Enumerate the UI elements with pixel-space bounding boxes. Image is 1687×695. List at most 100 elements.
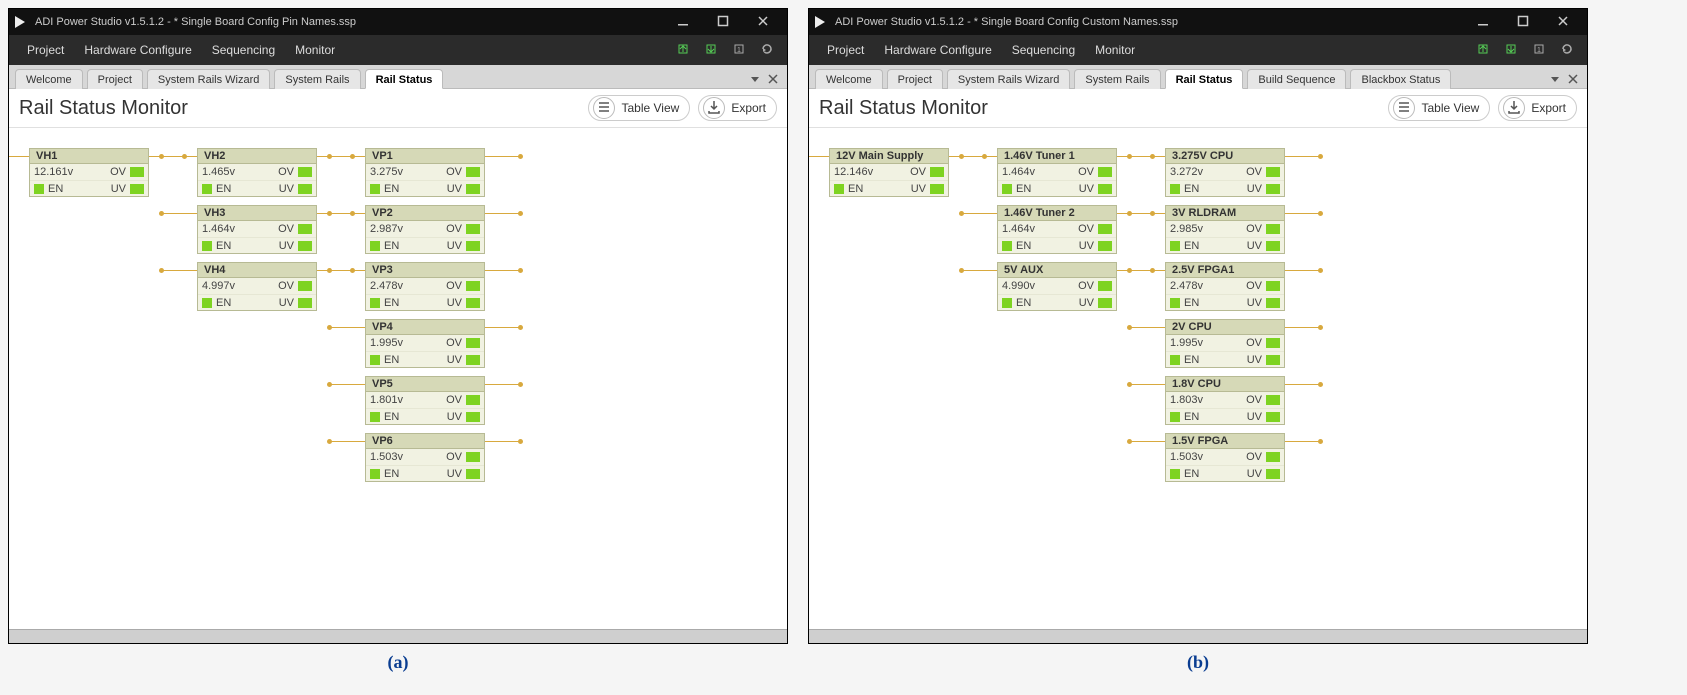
rail-node[interactable]: 12V Main Supply 12.146v OV EN UV — [829, 148, 949, 197]
tab-menu-button[interactable] — [747, 72, 763, 88]
maximize-button[interactable] — [703, 10, 743, 34]
tab-welcome[interactable]: Welcome — [815, 69, 883, 89]
tab-system-rails-wizard[interactable]: System Rails Wizard — [947, 69, 1070, 89]
tab-close-button[interactable] — [1565, 72, 1581, 88]
close-button[interactable] — [1543, 10, 1583, 34]
rail-node[interactable]: 1.46V Tuner 1 1.464v OV EN UV — [997, 148, 1117, 197]
tab-build-sequence[interactable]: Build Sequence — [1247, 69, 1346, 89]
menubar: ProjectHardware ConfigureSequencingMonit… — [9, 35, 787, 65]
en-label: EN — [384, 240, 447, 252]
rail-node[interactable]: 1.46V Tuner 2 1.464v OV EN UV — [997, 205, 1117, 254]
menu-monitor[interactable]: Monitor — [285, 35, 345, 65]
export-button[interactable]: Export — [698, 95, 777, 121]
ov-label: OV — [1078, 223, 1094, 235]
tab-project[interactable]: Project — [87, 69, 143, 89]
menu-sequencing[interactable]: Sequencing — [1002, 35, 1085, 65]
tab-close-button[interactable] — [765, 72, 781, 88]
connector-dot — [1318, 268, 1323, 273]
rail-node[interactable]: VP3 2.478v OV EN UV — [365, 262, 485, 311]
rail-diagram[interactable]: 12V Main Supply 12.146v OV EN UV 1.46V T… — [809, 128, 1587, 629]
ov-label: OV — [1246, 166, 1262, 178]
minimize-button[interactable] — [1463, 10, 1503, 34]
rail-node[interactable]: VH1 12.161v OV EN UV — [29, 148, 149, 197]
en-label: EN — [384, 468, 447, 480]
ov-label: OV — [278, 280, 294, 292]
tab-project[interactable]: Project — [887, 69, 943, 89]
rail-node[interactable]: VH4 4.997v OV EN UV — [197, 262, 317, 311]
minimize-button[interactable] — [663, 10, 703, 34]
close-button[interactable] — [743, 10, 783, 34]
ov-led — [1266, 452, 1280, 462]
connector-dot — [518, 439, 523, 444]
statusbar — [9, 629, 787, 643]
ov-led — [466, 452, 480, 462]
rail-name: VH1 — [29, 148, 149, 163]
connector-dot — [1127, 268, 1132, 273]
en-led — [202, 184, 212, 194]
rail-name: VP3 — [365, 262, 485, 277]
ov-label: OV — [910, 166, 926, 178]
menu-hardware-configure[interactable]: Hardware Configure — [874, 35, 1001, 65]
tab-rail-status[interactable]: Rail Status — [1165, 69, 1244, 89]
en-led — [370, 412, 380, 422]
rail-node[interactable]: 2.5V FPGA1 2.478v OV EN UV — [1165, 262, 1285, 311]
connector-dot — [1127, 211, 1132, 216]
menu-project[interactable]: Project — [817, 35, 874, 65]
ov-label: OV — [1246, 223, 1262, 235]
rail-node[interactable]: 1.8V CPU 1.803v OV EN UV — [1165, 376, 1285, 425]
tab-rail-status[interactable]: Rail Status — [365, 69, 444, 89]
connector-dot — [327, 382, 332, 387]
rail-node[interactable]: VP2 2.987v OV EN UV — [365, 205, 485, 254]
toolbar-refresh[interactable] — [755, 38, 779, 62]
toolbar-chip-up[interactable] — [1471, 38, 1495, 62]
toolbar-chip[interactable]: 1 — [727, 38, 751, 62]
rail-name: VH2 — [197, 148, 317, 163]
export-button[interactable]: Export — [1498, 95, 1577, 121]
rail-node[interactable]: VH3 1.464v OV EN UV — [197, 205, 317, 254]
rail-node[interactable]: 3V RLDRAM 2.985v OV EN UV — [1165, 205, 1285, 254]
en-led — [370, 355, 380, 365]
tab-system-rails[interactable]: System Rails — [1074, 69, 1160, 89]
toolbar-chip[interactable]: 1 — [1527, 38, 1551, 62]
tab-menu-button[interactable] — [1547, 72, 1563, 88]
toolbar-chip-down[interactable] — [699, 38, 723, 62]
rail-node[interactable]: 1.5V FPGA 1.503v OV EN UV — [1165, 433, 1285, 482]
rail-node[interactable]: VH2 1.465v OV EN UV — [197, 148, 317, 197]
app-window: ADI Power Studio v1.5.1.2 - * Single Boa… — [8, 8, 788, 644]
menu-hardware-configure[interactable]: Hardware Configure — [74, 35, 201, 65]
rail-node[interactable]: 3.275V CPU 3.272v OV EN UV — [1165, 148, 1285, 197]
tab-blackbox-status[interactable]: Blackbox Status — [1350, 69, 1451, 89]
tab-system-rails[interactable]: System Rails — [274, 69, 360, 89]
menu-sequencing[interactable]: Sequencing — [202, 35, 285, 65]
table-view-button[interactable]: Table View — [588, 95, 690, 121]
toolbar-refresh[interactable] — [1555, 38, 1579, 62]
rail-diagram[interactable]: VH1 12.161v OV EN UV VH2 1.465v OV — [9, 128, 787, 629]
table-view-button[interactable]: Table View — [1388, 95, 1490, 121]
tab-system-rails-wizard[interactable]: System Rails Wizard — [147, 69, 270, 89]
tabstrip: WelcomeProjectSystem Rails WizardSystem … — [809, 65, 1587, 89]
uv-led — [1098, 184, 1112, 194]
rail-node[interactable]: VP6 1.503v OV EN UV — [365, 433, 485, 482]
menu-project[interactable]: Project — [17, 35, 74, 65]
uv-label: UV — [1247, 354, 1262, 366]
connector-dot — [1127, 154, 1132, 159]
toolbar-chip-down[interactable] — [1499, 38, 1523, 62]
rail-name: 1.8V CPU — [1165, 376, 1285, 391]
rail-name: VH3 — [197, 205, 317, 220]
rail-node[interactable]: VP1 3.275v OV EN UV — [365, 148, 485, 197]
export-label: Export — [731, 101, 766, 115]
en-led — [1002, 241, 1012, 251]
rail-node[interactable]: VP4 1.995v OV EN UV — [365, 319, 485, 368]
toolbar-chip-up[interactable] — [671, 38, 695, 62]
rail-node[interactable]: 2V CPU 1.995v OV EN UV — [1165, 319, 1285, 368]
tab-welcome[interactable]: Welcome — [15, 69, 83, 89]
uv-led — [1266, 469, 1280, 479]
rail-node[interactable]: 5V AUX 4.990v OV EN UV — [997, 262, 1117, 311]
menu-monitor[interactable]: Monitor — [1085, 35, 1145, 65]
rail-name: 2V CPU — [1165, 319, 1285, 334]
maximize-button[interactable] — [1503, 10, 1543, 34]
en-led — [202, 241, 212, 251]
rail-node[interactable]: VP5 1.801v OV EN UV — [365, 376, 485, 425]
content: Rail Status MonitorTable ViewExport 12V … — [809, 89, 1587, 629]
rail-voltage: 3.275v — [370, 166, 446, 178]
